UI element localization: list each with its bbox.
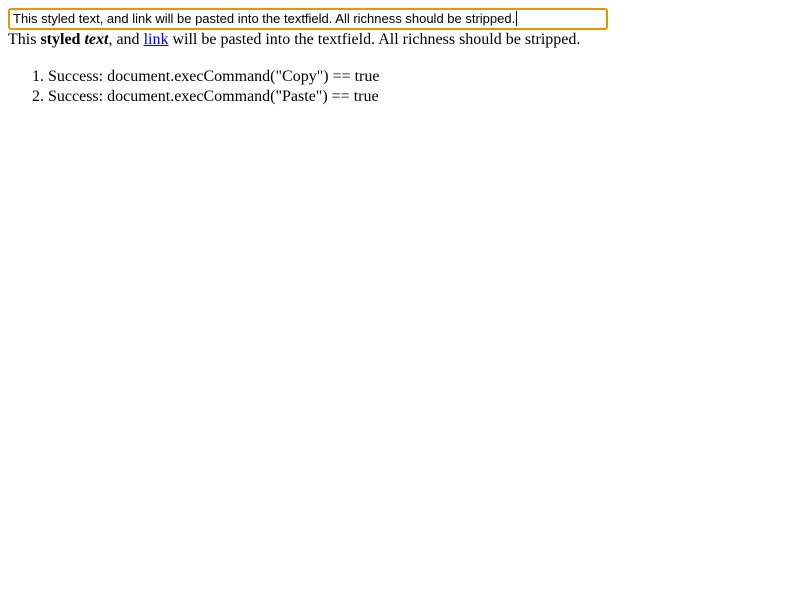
textfield-value: This styled text, and link will be paste… bbox=[13, 11, 516, 26]
source-text-middle: , and bbox=[108, 31, 144, 48]
result-item-paste: Success: document.execCommand("Paste") =… bbox=[48, 87, 379, 107]
source-text-end: will be pasted into the textfield. All r… bbox=[168, 31, 581, 48]
source-bold-word: styled bbox=[40, 31, 81, 48]
source-text-start: This bbox=[8, 31, 41, 48]
results-list: Success: document.execCommand("Copy") ==… bbox=[8, 67, 379, 107]
paste-textfield[interactable]: This styled text, and link will be paste… bbox=[8, 8, 608, 30]
source-bold-italic-word: text bbox=[84, 31, 109, 48]
text-caret bbox=[516, 11, 518, 26]
result-item-copy: Success: document.execCommand("Copy") ==… bbox=[48, 67, 379, 87]
source-link[interactable]: link bbox=[144, 31, 169, 48]
rich-text-source: This styled text, and link will be paste… bbox=[8, 31, 580, 49]
